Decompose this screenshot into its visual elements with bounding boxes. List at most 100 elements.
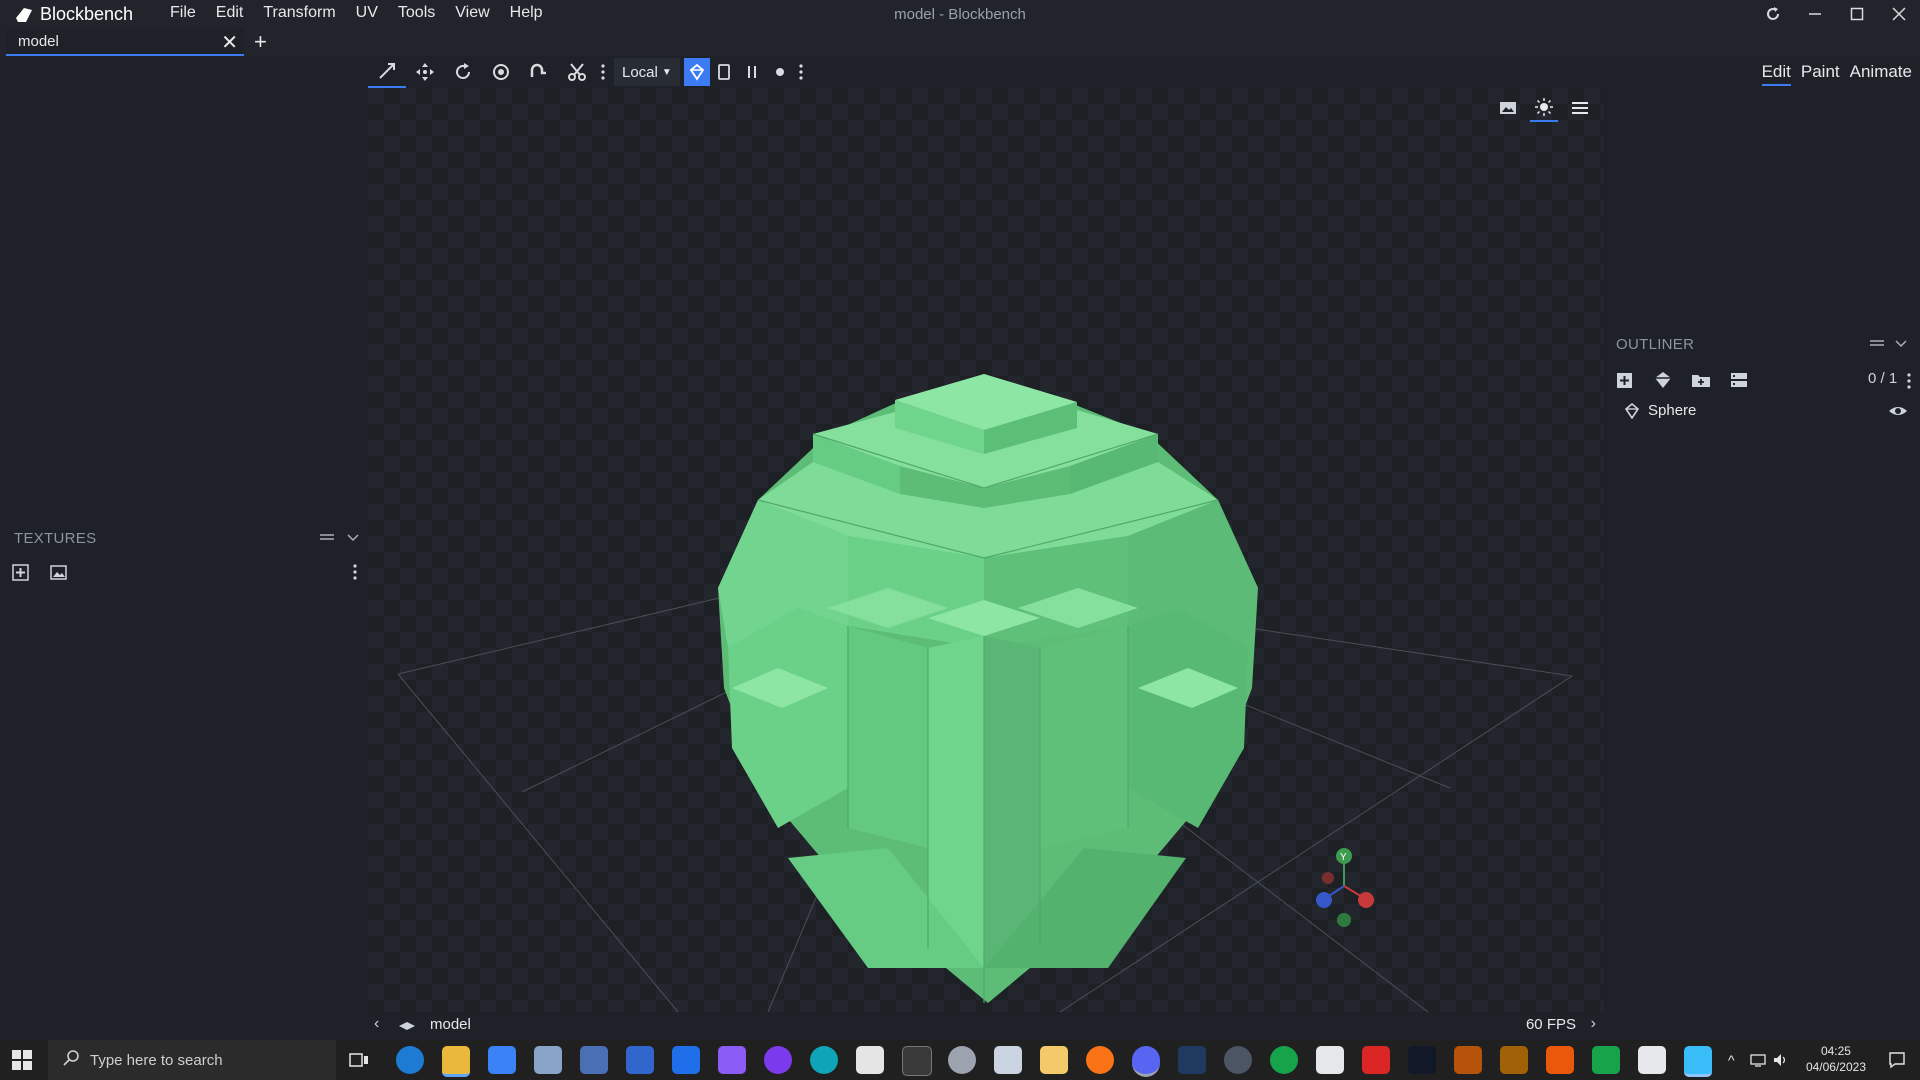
status-bar: ‹ model 60 FPS › <box>368 1012 1604 1038</box>
panel-menu-icon[interactable] <box>1868 336 1886 355</box>
tab-model[interactable]: model ✕ <box>6 28 244 56</box>
outliner-item-sphere[interactable]: Sphere <box>1604 396 1920 426</box>
edge-select-icon[interactable] <box>738 56 766 88</box>
toolbar-more-icon[interactable] <box>596 56 610 88</box>
windows-start-icon[interactable] <box>12 1050 32 1075</box>
scissors-icon[interactable] <box>558 56 596 88</box>
file-explorer-icon[interactable] <box>442 1046 470 1077</box>
3d-viewport[interactable]: Y <box>368 88 1604 1012</box>
selection-count: 0 / 1 <box>1868 370 1898 387</box>
app-icon-25[interactable] <box>1500 1046 1528 1074</box>
close-window-button[interactable] <box>1878 0 1920 28</box>
outliner-more-icon[interactable] <box>1906 372 1912 395</box>
chevron-down-icon[interactable] <box>346 530 360 549</box>
windows-taskbar: Type here to search ^ 04:25 04/06/2023 <box>0 1040 1920 1080</box>
right-sidebar: Edit Paint Animate OUTLINER 0 / 1 Sphere <box>1604 56 1920 1040</box>
app-icon-22[interactable] <box>1362 1046 1390 1074</box>
app-icon-6[interactable] <box>626 1046 654 1074</box>
unity-icon[interactable] <box>1638 1046 1666 1074</box>
app-icon-24[interactable] <box>1454 1046 1482 1074</box>
arduino-icon[interactable] <box>810 1046 838 1074</box>
add-group-icon[interactable] <box>1690 370 1712 395</box>
update-icon[interactable] <box>1752 0 1794 28</box>
discord-icon[interactable] <box>1132 1046 1160 1077</box>
app-icon-15[interactable] <box>1040 1046 1068 1074</box>
app-icon-26[interactable] <box>1546 1046 1574 1074</box>
panel-menu-icon[interactable] <box>318 530 336 549</box>
x-axis-handle <box>1358 892 1374 908</box>
space-select-value: Local <box>622 63 658 81</box>
blender-icon[interactable] <box>1086 1046 1114 1074</box>
neg-x-axis-handle <box>1322 872 1334 884</box>
app-icon-27[interactable] <box>1592 1046 1620 1074</box>
visual-studio-icon[interactable] <box>718 1046 746 1074</box>
z-axis-handle <box>1316 892 1332 908</box>
blockbench-taskbar-icon[interactable] <box>1684 1046 1712 1077</box>
neg-y-axis-handle <box>1337 913 1351 927</box>
blockbench-logo-icon <box>16 7 32 22</box>
notification-icon[interactable] <box>1888 1051 1906 1074</box>
app-icon-11[interactable] <box>856 1046 884 1074</box>
edge-browser-icon[interactable] <box>396 1046 424 1074</box>
chevron-down-icon[interactable] <box>1894 336 1908 355</box>
store-icon[interactable] <box>488 1046 516 1074</box>
xbox-icon[interactable] <box>1270 1046 1298 1074</box>
task-view-icon[interactable] <box>346 1046 372 1074</box>
taskbar-search-box[interactable]: Type here to search <box>48 1040 336 1080</box>
mode-paint[interactable]: Paint <box>1801 62 1840 86</box>
add-cube-icon[interactable] <box>1614 370 1636 395</box>
visibility-eye-icon[interactable] <box>1888 403 1908 424</box>
app-icon-4[interactable] <box>534 1046 562 1074</box>
menu-edit[interactable]: Edit <box>206 4 254 22</box>
import-texture-icon[interactable] <box>10 562 32 587</box>
menu-tools[interactable]: Tools <box>388 4 445 22</box>
move-gizmo-icon[interactable] <box>368 56 406 88</box>
chevron-right-icon[interactable]: › <box>1591 1015 1596 1033</box>
outliner-item-label: Sphere <box>1648 402 1697 419</box>
obs-icon[interactable] <box>1224 1046 1252 1074</box>
clock-time: 04:25 <box>1820 1044 1851 1058</box>
app-icon-23[interactable] <box>1408 1046 1436 1074</box>
network-icon[interactable] <box>1750 1052 1766 1073</box>
menu-help[interactable]: Help <box>500 4 553 22</box>
face-select-icon[interactable] <box>710 56 738 88</box>
title-bar: Blockbench File Edit Transform UV Tools … <box>0 0 1920 28</box>
toolbar-more-icon-2[interactable] <box>794 56 808 88</box>
more-options-icon[interactable] <box>352 562 358 587</box>
collapse-groups-icon[interactable] <box>1728 370 1750 395</box>
vertex-snap-icon[interactable] <box>520 56 558 88</box>
rotate-tool-icon[interactable] <box>444 56 482 88</box>
vscode-icon[interactable] <box>672 1046 700 1074</box>
menu-file[interactable]: File <box>160 4 206 22</box>
close-tab-icon[interactable]: ✕ <box>221 30 238 55</box>
scene-canvas: Y <box>397 374 1574 1012</box>
app-icon-13[interactable] <box>948 1046 976 1074</box>
pivot-tool-icon[interactable] <box>482 56 520 88</box>
minimize-button[interactable] <box>1794 0 1836 28</box>
vertex-select-icon[interactable] <box>766 56 794 88</box>
tray-chevron-up-icon[interactable]: ^ <box>1728 1052 1735 1068</box>
menu-transform[interactable]: Transform <box>253 4 345 22</box>
steam-icon[interactable] <box>1178 1046 1206 1074</box>
tab-bar: model ✕ + <box>0 28 1920 56</box>
mesh-select-icon[interactable] <box>683 58 710 86</box>
new-tab-button[interactable]: + <box>254 29 267 55</box>
menu-view[interactable]: View <box>445 4 499 22</box>
add-mesh-icon[interactable] <box>1652 370 1674 395</box>
create-texture-icon[interactable] <box>48 562 70 587</box>
mode-edit[interactable]: Edit <box>1761 62 1791 86</box>
app-icon-5[interactable] <box>580 1046 608 1074</box>
terminal-icon[interactable] <box>902 1046 932 1076</box>
chevron-left-icon[interactable]: ‹ <box>374 1015 379 1033</box>
move-tool-icon[interactable] <box>406 56 444 88</box>
axis-gizmo[interactable]: Y <box>1316 848 1374 927</box>
system-clock[interactable]: 04:25 04/06/2023 <box>1806 1043 1866 1075</box>
volume-icon[interactable] <box>1772 1052 1788 1073</box>
app-icon-14[interactable] <box>994 1046 1022 1074</box>
maximize-button[interactable] <box>1836 0 1878 28</box>
app-icon-21[interactable] <box>1316 1046 1344 1074</box>
mode-animate[interactable]: Animate <box>1850 62 1912 86</box>
space-select[interactable]: Local ▼ <box>614 58 680 86</box>
github-icon[interactable] <box>764 1046 792 1074</box>
menu-uv[interactable]: UV <box>346 4 388 22</box>
